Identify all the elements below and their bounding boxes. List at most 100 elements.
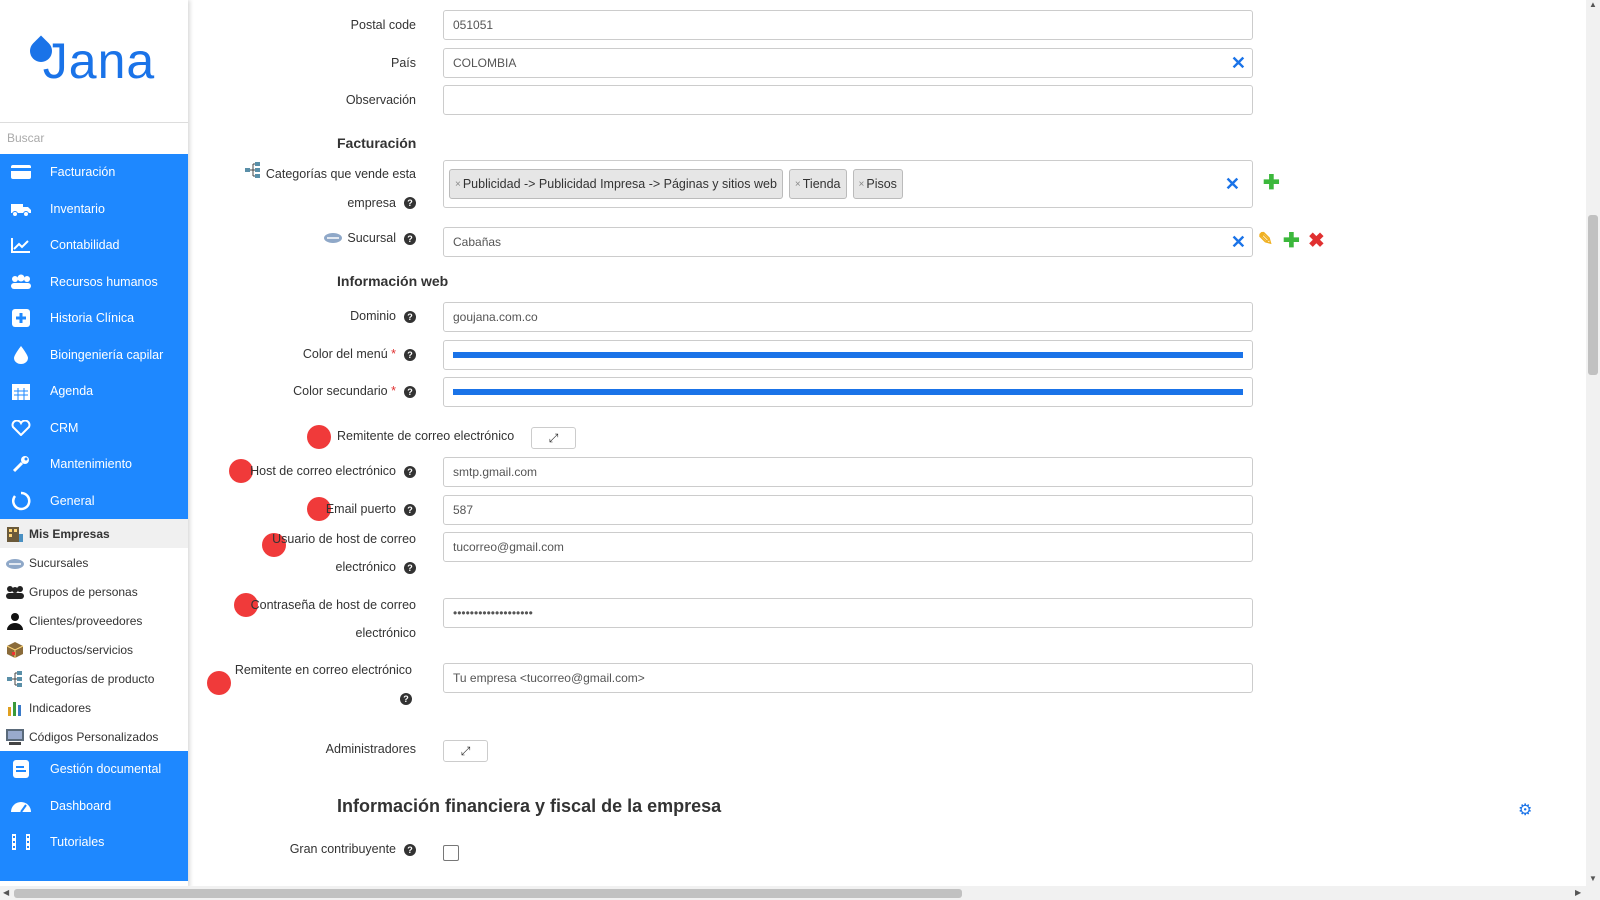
sidebar-item-dashboard[interactable]: Dashboard: [0, 788, 188, 825]
logo-text: Jana: [42, 33, 156, 89]
contrasena-host-value: •••••••••••••••••••: [453, 606, 533, 620]
categorias-clear-icon[interactable]: ✕: [1225, 174, 1240, 195]
usuario-host-input[interactable]: tucorreo@gmail.com: [443, 532, 1253, 562]
sidebar-item-label: Historia Clínica: [50, 311, 135, 326]
remitente-en-correo-label-text: Remitente en correo electrónico: [234, 663, 412, 677]
handshake-icon: [5, 554, 25, 572]
category-tag: × Pisos: [852, 169, 903, 199]
submenu-item-codigos[interactable]: Códigos Personalizados: [0, 722, 188, 751]
dominio-label-text: Dominio: [350, 309, 396, 323]
help-icon[interactable]: ?: [404, 843, 416, 856]
app-logo[interactable]: Jana: [0, 0, 188, 122]
usuario-host-label-line2: electrónico: [335, 560, 396, 574]
host-correo-input[interactable]: smtp.gmail.com: [443, 457, 1253, 487]
horizontal-scroll-thumb[interactable]: [14, 889, 962, 898]
pais-select[interactable]: COLOMBIA ✕: [443, 48, 1253, 78]
sidebar-item-tutoriales[interactable]: Tutoriales: [0, 824, 188, 861]
help-icon[interactable]: ?: [404, 232, 416, 245]
sidebar-item-mantenimiento[interactable]: Mantenimiento: [0, 446, 188, 483]
submenu-item-label: Categorías de producto: [29, 671, 155, 686]
submenu-item-grupos[interactable]: Grupos de personas: [0, 577, 188, 606]
tag-remove-icon[interactable]: ×: [795, 179, 801, 190]
edit-pencil-icon[interactable]: ✎: [1258, 229, 1273, 250]
medical-plus-icon: [10, 308, 32, 328]
sucursal-clear-icon[interactable]: ✕: [1231, 232, 1246, 253]
help-icon[interactable]: ?: [404, 385, 416, 398]
help-icon[interactable]: ?: [404, 503, 416, 516]
sidebar-item-inventario[interactable]: Inventario: [0, 191, 188, 228]
scroll-down-icon[interactable]: ▼: [1589, 874, 1597, 883]
sidebar-item-recursos-humanos[interactable]: Recursos humanos: [0, 264, 188, 301]
vertical-scroll-thumb[interactable]: [1588, 215, 1598, 375]
pais-clear-icon[interactable]: ✕: [1231, 53, 1246, 74]
film-icon: [10, 832, 32, 852]
sidebar-item-facturacion[interactable]: Facturación: [0, 154, 188, 191]
pais-label: País: [390, 56, 416, 70]
sidebar-item-partial[interactable]: [0, 861, 188, 881]
help-icon[interactable]: ?: [400, 692, 412, 705]
sidebar-item-bioingenieria[interactable]: Bioingeniería capilar: [0, 337, 188, 374]
horizontal-scrollbar[interactable]: ◀ ▶: [0, 886, 1600, 900]
email-puerto-input[interactable]: 587: [443, 495, 1253, 525]
help-icon[interactable]: ?: [404, 465, 416, 478]
submenu-item-label: Productos/servicios: [29, 642, 134, 657]
sidebar-item-crm[interactable]: CRM: [0, 410, 188, 447]
postal-code-input[interactable]: 051051: [443, 10, 1253, 40]
scroll-up-icon[interactable]: ▲: [1589, 0, 1597, 9]
remitente-en-correo-input[interactable]: Tu empresa <tucorreo@gmail.com>: [443, 663, 1253, 693]
categorias-multiselect[interactable]: × Publicidad -> Publicidad Impresa -> Pág…: [443, 160, 1253, 208]
chart-line-icon: [10, 235, 32, 255]
scroll-left-icon[interactable]: ◀: [3, 888, 9, 897]
tag-remove-icon[interactable]: ×: [455, 179, 461, 190]
help-icon[interactable]: ?: [404, 348, 416, 361]
monitor-icon: [5, 728, 25, 746]
required-asterisk: *: [391, 384, 396, 398]
add-icon[interactable]: ✚: [1263, 170, 1280, 195]
sidebar-item-historia-clinica[interactable]: Historia Clínica: [0, 300, 188, 337]
gear-icon[interactable]: ⚙: [1518, 800, 1532, 820]
submenu-item-categorias[interactable]: Categorías de producto: [0, 664, 188, 693]
gran-contribuyente-checkbox[interactable]: [443, 845, 459, 861]
sidebar-item-agenda[interactable]: Agenda: [0, 373, 188, 410]
sidebar-item-label: Gestión documental: [50, 762, 162, 777]
submenu-item-sucursales[interactable]: Sucursales: [0, 548, 188, 577]
sidebar-search[interactable]: Buscar: [0, 122, 188, 154]
submenu-item-mis-empresas[interactable]: Mis Empresas: [0, 519, 188, 548]
submenu-item-clientes[interactable]: Clientes/proveedores: [0, 606, 188, 635]
postal-code-value: 051051: [453, 18, 494, 32]
add-icon[interactable]: ✚: [1283, 228, 1300, 253]
annotation-dot: [307, 425, 331, 449]
expand-button[interactable]: ⤢: [531, 427, 576, 449]
color-secundario-picker[interactable]: [443, 377, 1253, 407]
host-correo-label: Host de correo electrónico?: [250, 464, 416, 478]
submenu-item-productos[interactable]: Productos/servicios: [0, 635, 188, 664]
main-content: Postal code 051051 País COLOMBIA ✕ Obser…: [188, 0, 1586, 888]
contrasena-host-label: Contraseña de host de correo electrónico: [176, 591, 416, 647]
color-menu-picker[interactable]: [443, 340, 1253, 370]
sidebar-item-general[interactable]: General: [0, 483, 188, 520]
tag-remove-icon[interactable]: ×: [859, 179, 865, 190]
sucursal-select[interactable]: Cabañas ✕: [443, 227, 1253, 257]
postal-code-label: Postal code: [350, 18, 416, 32]
submenu-item-indicadores[interactable]: Indicadores: [0, 693, 188, 722]
document-icon: [10, 759, 32, 779]
color-secundario-label-text: Color secundario: [293, 384, 388, 398]
contrasena-host-input[interactable]: •••••••••••••••••••: [443, 598, 1253, 628]
help-icon[interactable]: ?: [404, 561, 416, 574]
category-tag-label: Pisos: [866, 177, 897, 191]
submenu-item-label: Indicadores: [29, 700, 92, 715]
help-icon[interactable]: ?: [404, 197, 416, 210]
observacion-input[interactable]: [443, 85, 1253, 115]
sidebar-item-gestion-documental[interactable]: Gestión documental: [0, 751, 188, 788]
facturacion-section-title: Facturación: [337, 135, 417, 151]
scroll-right-icon[interactable]: ▶: [1575, 888, 1581, 897]
usuario-host-label-line1: Usuario de host de correo: [272, 532, 416, 546]
help-icon[interactable]: ?: [404, 310, 416, 323]
vertical-scrollbar[interactable]: ▲ ▼: [1586, 0, 1600, 888]
sidebar-item-label: Recursos humanos: [50, 274, 158, 289]
delete-icon[interactable]: ✖: [1308, 228, 1325, 253]
expand-button[interactable]: ⤢: [443, 740, 488, 762]
categorias-label-line2: empresa: [347, 195, 396, 210]
dominio-input[interactable]: goujana.com.co: [443, 302, 1253, 332]
sidebar-item-contabilidad[interactable]: Contabilidad: [0, 227, 188, 264]
